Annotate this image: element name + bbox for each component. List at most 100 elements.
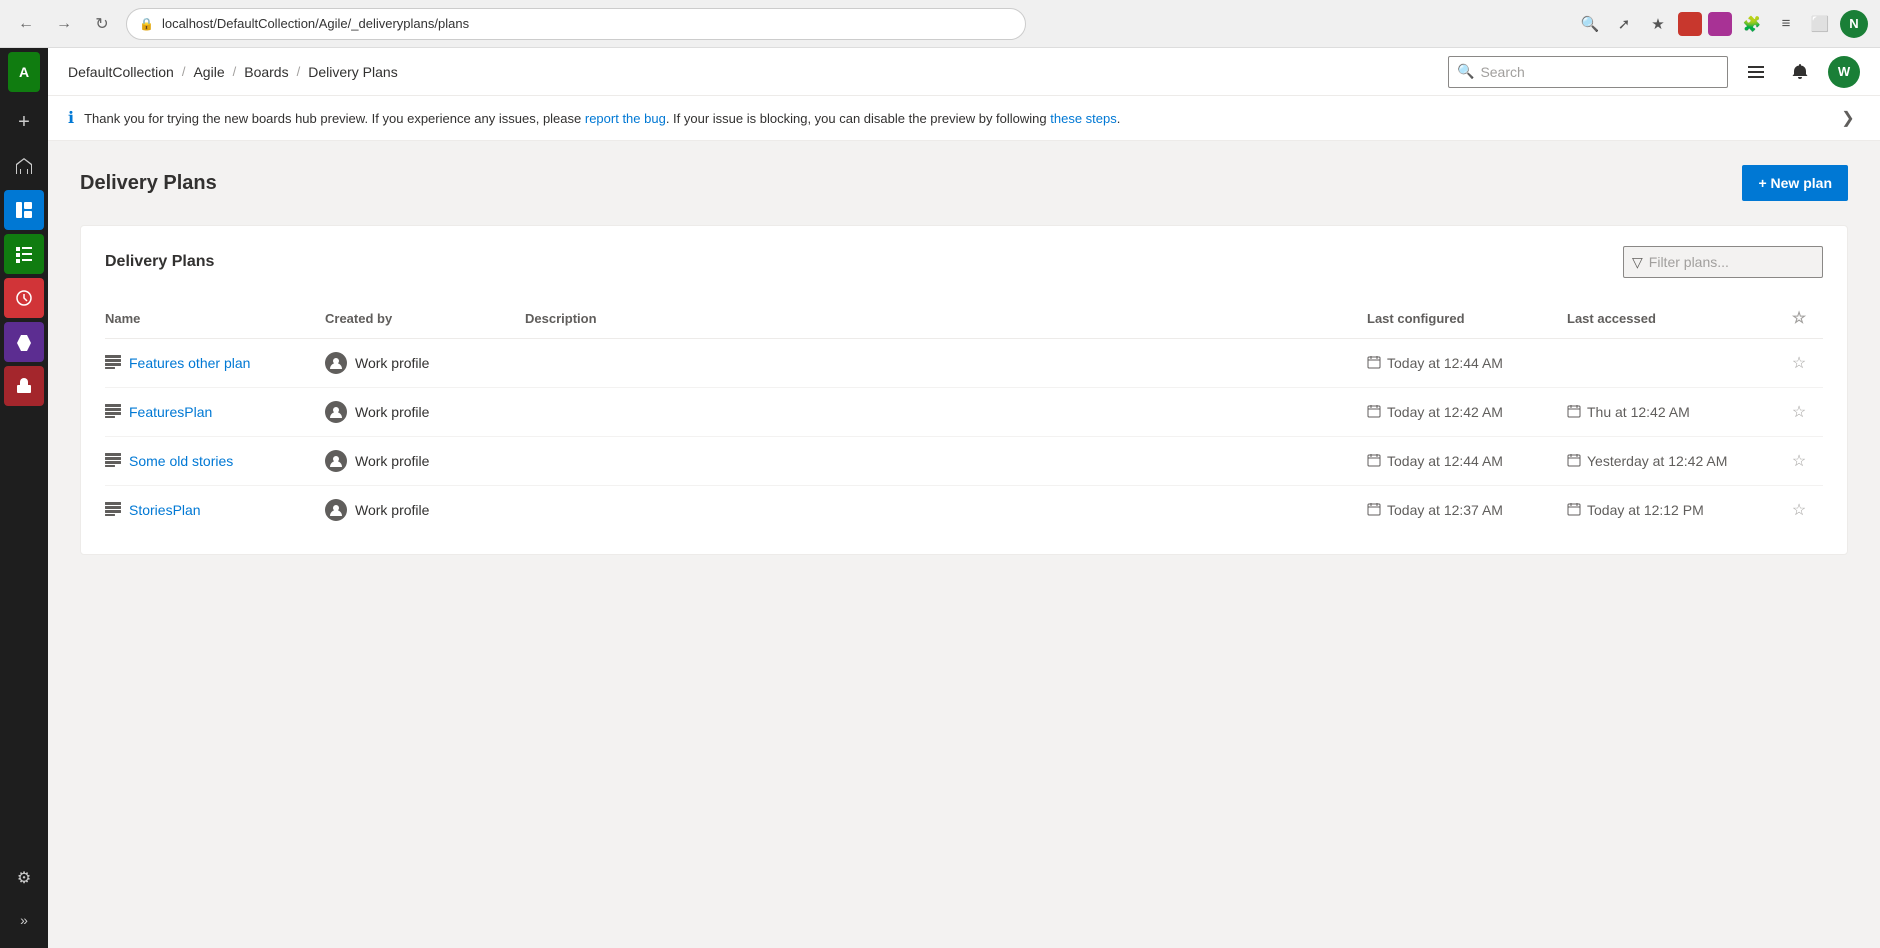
sidebar-item-backlogs[interactable] [4, 278, 44, 318]
table-row: StoriesPlan Work profile Today at 12:37 … [105, 486, 1823, 535]
back-button[interactable]: ← [12, 10, 40, 38]
breadcrumb-boards[interactable]: Boards [244, 64, 288, 80]
sidebar-item-boards[interactable] [4, 190, 44, 230]
sidebar-org-avatar[interactable]: A [8, 52, 40, 92]
browser-profile[interactable]: N [1840, 10, 1868, 38]
report-bug-link[interactable]: report the bug [585, 111, 666, 126]
content-area: Delivery Plans + New plan Delivery Plans… [48, 141, 1880, 948]
user-avatar-icon [325, 450, 347, 472]
table-row: FeaturesPlan Work profile Today at 12:42… [105, 388, 1823, 437]
sidebar-bottom: ⚙ » [4, 858, 44, 940]
favorite-star-button[interactable]: ☆ [1787, 400, 1811, 424]
last-accessed-cell: Yesterday at 12:42 AM [1567, 453, 1775, 470]
breadcrumb-sep-3: / [297, 64, 301, 79]
plan-name-text: FeaturesPlan [129, 404, 212, 420]
address-bar[interactable]: 🔒 localhost/DefaultCollection/Agile/_del… [126, 8, 1026, 40]
last-accessed-text: Thu at 12:42 AM [1587, 404, 1690, 420]
sidebar-item-testplans[interactable] [4, 322, 44, 362]
browser-chrome: ← → ↻ 🔒 localhost/DefaultCollection/Agil… [0, 0, 1880, 48]
last-accessed-text: Yesterday at 12:42 AM [1587, 453, 1727, 469]
favorite-star-button[interactable]: ☆ [1787, 351, 1811, 375]
col-header-last-accessed: Last accessed [1567, 298, 1787, 339]
banner-message-2: . If your issue is blocking, you can dis… [666, 111, 1050, 126]
breadcrumb-agile[interactable]: Agile [193, 64, 224, 80]
last-configured-cell: Today at 12:37 AM [1367, 502, 1555, 519]
last-configured-text: Today at 12:37 AM [1387, 502, 1503, 518]
ext1-button[interactable] [1678, 12, 1702, 36]
col-header-name: Name [105, 298, 325, 339]
last-configured-cell: Today at 12:42 AM [1367, 404, 1555, 421]
app-container: A + ⚙ » [0, 48, 1880, 948]
filter-input[interactable]: ▽ Filter plans... [1623, 246, 1823, 278]
sidebar-item-new[interactable]: + [4, 102, 44, 142]
created-by-cell: Work profile [325, 401, 513, 423]
breadcrumb-sep-2: / [233, 64, 237, 79]
sidebar-expand-button[interactable]: » [4, 900, 44, 940]
calendar-icon [1367, 404, 1381, 421]
sidebar-item-workitems[interactable] [4, 234, 44, 274]
last-accessed-cell: Thu at 12:42 AM [1567, 404, 1775, 421]
col-header-star: ☆ [1787, 298, 1823, 339]
table-row: Some old stories Work profile Today at 1… [105, 437, 1823, 486]
sidebar-item-artifacts[interactable] [4, 366, 44, 406]
table-row: Features other plan Work profile Today a… [105, 339, 1823, 388]
favorite-star-button[interactable]: ☆ [1787, 498, 1811, 522]
star-header-icon: ☆ [1787, 306, 1811, 330]
plan-description [525, 388, 1367, 437]
plan-name-text: Some old stories [129, 453, 233, 469]
calendar-icon [1367, 502, 1381, 519]
nav-list-icon[interactable] [1740, 56, 1772, 88]
plan-name-text: Features other plan [129, 355, 250, 371]
user-avatar-icon [325, 401, 347, 423]
calendar-accessed-icon [1567, 453, 1581, 470]
nav-notification-icon[interactable] [1784, 56, 1816, 88]
top-nav: DefaultCollection / Agile / Boards / Del… [48, 48, 1880, 96]
search-icon: 🔍 [1457, 63, 1474, 80]
info-icon: ℹ [68, 108, 74, 128]
user-avatar-icon [325, 499, 347, 521]
plan-icon [105, 502, 121, 519]
nav-profile[interactable]: W [1828, 56, 1860, 88]
browser-actions: 🔍 ➚ ★ 🧩 ≡ ⬜ N [1576, 10, 1868, 38]
sidebar-logo[interactable]: A [8, 56, 40, 88]
last-accessed-cell: Today at 12:12 PM [1567, 502, 1775, 519]
plan-icon [105, 404, 121, 421]
url-text: localhost/DefaultCollection/Agile/_deliv… [162, 16, 469, 31]
calendar-accessed-icon [1567, 502, 1581, 519]
zoom-button[interactable]: 🔍 [1576, 10, 1604, 38]
plan-name-link[interactable]: FeaturesPlan [105, 404, 313, 421]
plan-name-link[interactable]: Some old stories [105, 453, 313, 470]
split-screen-button[interactable]: ⬜ [1806, 10, 1834, 38]
plan-name-link[interactable]: Features other plan [105, 355, 313, 372]
last-configured-text: Today at 12:44 AM [1387, 453, 1503, 469]
filter-icon: ▽ [1632, 254, 1643, 271]
ext2-button[interactable] [1708, 12, 1732, 36]
sidebar-settings-button[interactable]: ⚙ [4, 858, 44, 898]
share-button[interactable]: ➚ [1610, 10, 1638, 38]
info-banner: ℹ Thank you for trying the new boards hu… [48, 96, 1880, 141]
sidebar-item-home[interactable] [4, 146, 44, 186]
last-accessed-text: Today at 12:12 PM [1587, 502, 1704, 518]
breadcrumb-collection[interactable]: DefaultCollection [68, 64, 174, 80]
reload-button[interactable]: ↻ [88, 10, 116, 38]
plan-name-text: StoriesPlan [129, 502, 201, 518]
bookmark-button[interactable]: ★ [1644, 10, 1672, 38]
lock-icon: 🔒 [139, 17, 154, 31]
forward-button[interactable]: → [50, 10, 78, 38]
plan-description [525, 437, 1367, 486]
col-header-last-configured: Last configured [1367, 298, 1567, 339]
new-plan-button[interactable]: + New plan [1742, 165, 1848, 201]
page-title: Delivery Plans [80, 172, 217, 195]
banner-close-button[interactable]: ❯ [1836, 106, 1860, 130]
table-header-row: Name Created by Description Last configu… [105, 298, 1823, 339]
plan-name-link[interactable]: StoriesPlan [105, 502, 313, 519]
calendar-accessed-icon [1567, 404, 1581, 421]
menu-button[interactable]: ≡ [1772, 10, 1800, 38]
banner-text: Thank you for trying the new boards hub … [84, 111, 1120, 126]
top-nav-right: 🔍 Search W [1448, 56, 1860, 88]
search-box[interactable]: 🔍 Search [1448, 56, 1728, 88]
favorite-star-button[interactable]: ☆ [1787, 449, 1811, 473]
col-header-created: Created by [325, 298, 525, 339]
extensions-button[interactable]: 🧩 [1738, 10, 1766, 38]
these-steps-link[interactable]: these steps [1050, 111, 1117, 126]
